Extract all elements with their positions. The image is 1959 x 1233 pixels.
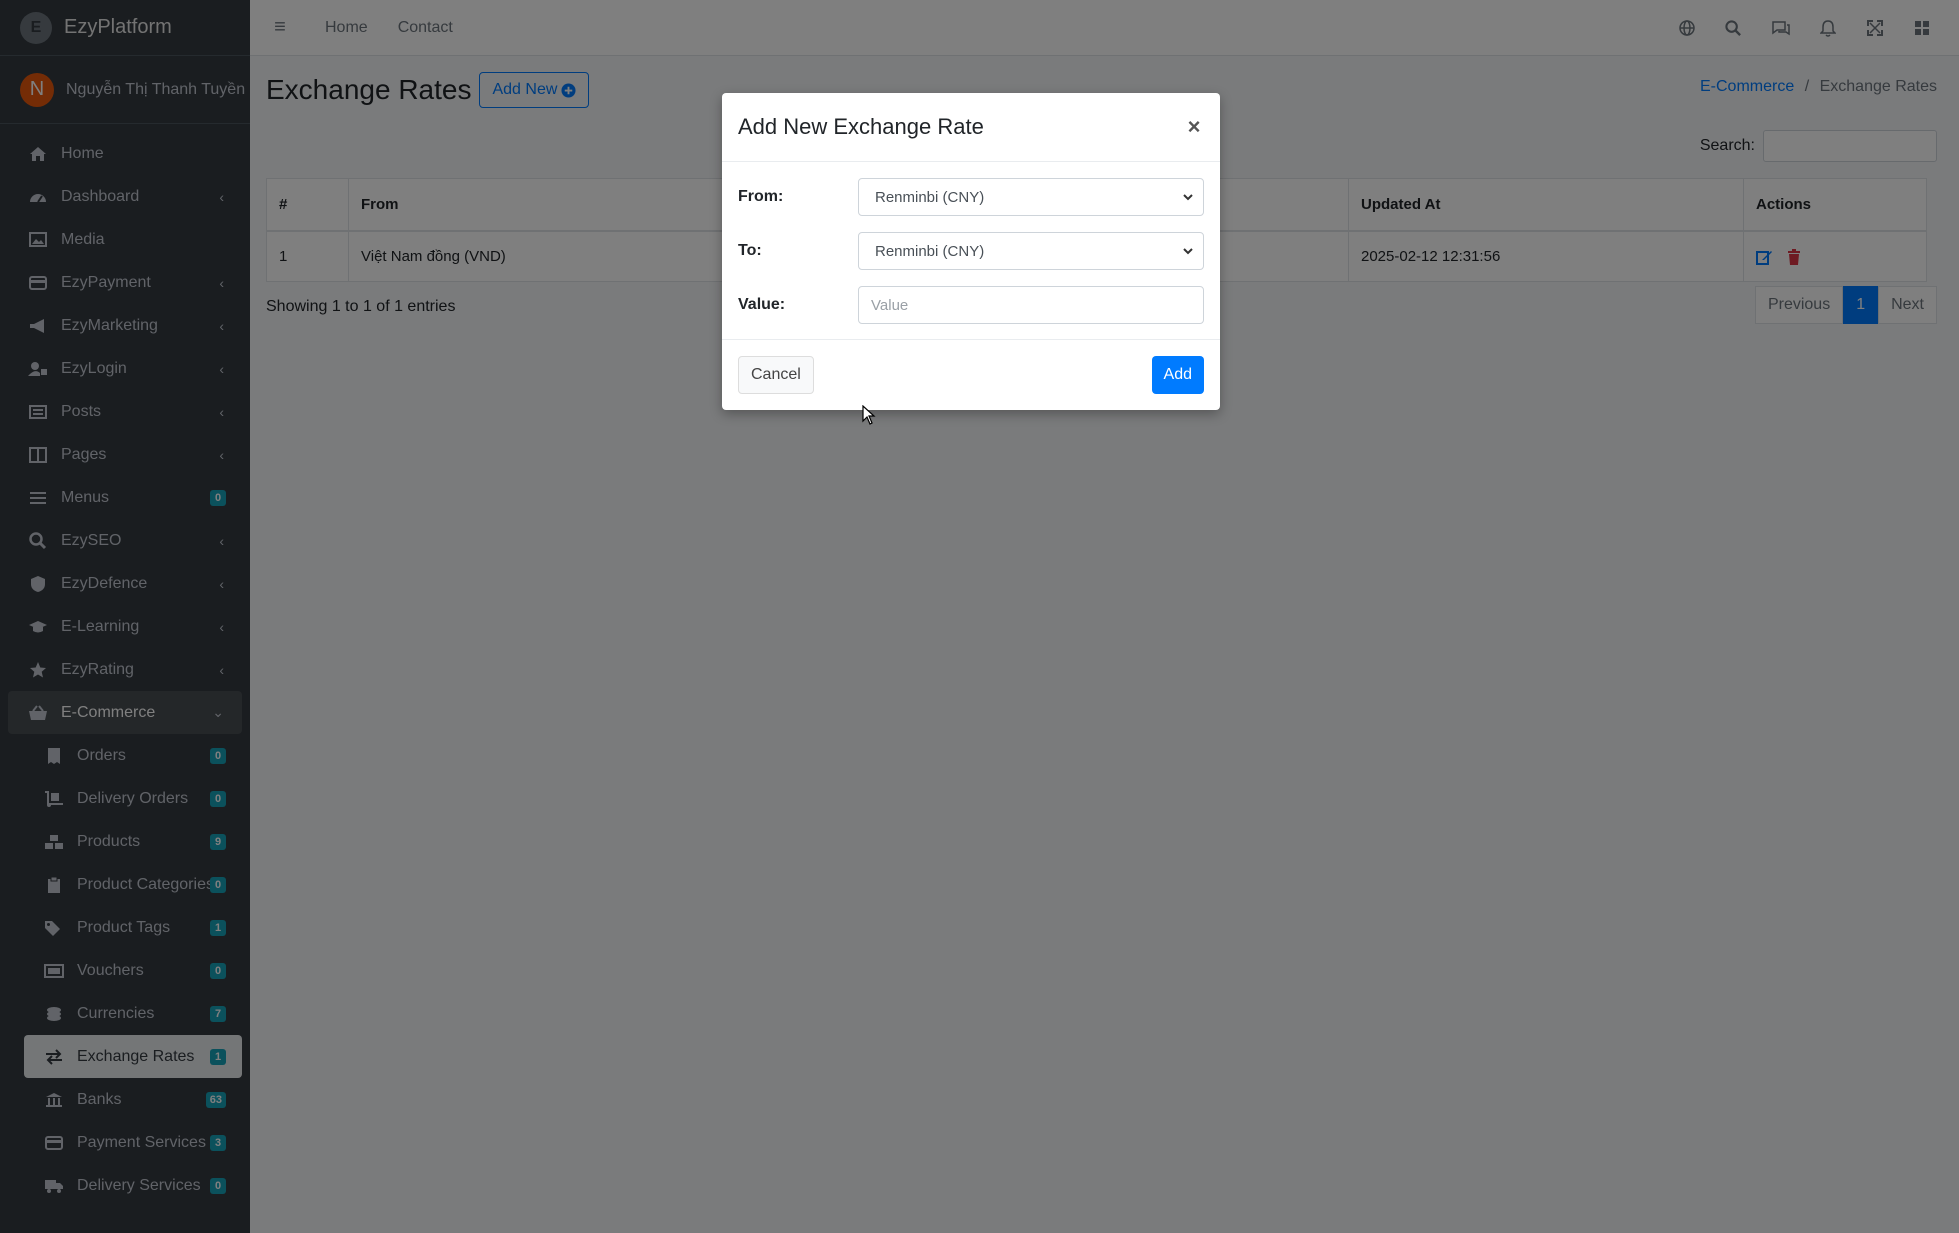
to-select-value: Renminbi (CNY): [875, 242, 985, 260]
from-row: From: Renminbi (CNY): [738, 178, 1204, 216]
cancel-button[interactable]: Cancel: [738, 355, 814, 394]
from-label: From:: [738, 188, 784, 205]
modal-header: Add New Exchange Rate ×: [722, 93, 1220, 162]
to-select[interactable]: Renminbi (CNY): [858, 232, 1204, 270]
modal-body: From: Renminbi (CNY) To: Renminbi (CNY) …: [722, 162, 1220, 340]
mouse-cursor-icon: [862, 404, 876, 430]
to-row: To: Renminbi (CNY): [738, 232, 1204, 270]
modal-footer: Cancel Add: [722, 340, 1220, 409]
value-label: Value:: [738, 296, 786, 313]
chevron-down-icon: [1183, 244, 1193, 258]
from-select-value: Renminbi (CNY): [875, 188, 985, 206]
close-icon[interactable]: ×: [1184, 114, 1204, 140]
chevron-down-icon: [1183, 190, 1193, 204]
value-input[interactable]: [858, 286, 1204, 324]
value-row: Value:: [738, 286, 1204, 324]
to-label: To:: [738, 242, 762, 259]
add-exchange-rate-modal: Add New Exchange Rate × From: Renminbi (…: [722, 93, 1220, 410]
add-button[interactable]: Add: [1151, 355, 1204, 394]
from-select[interactable]: Renminbi (CNY): [858, 178, 1204, 216]
modal-title: Add New Exchange Rate: [738, 114, 984, 139]
